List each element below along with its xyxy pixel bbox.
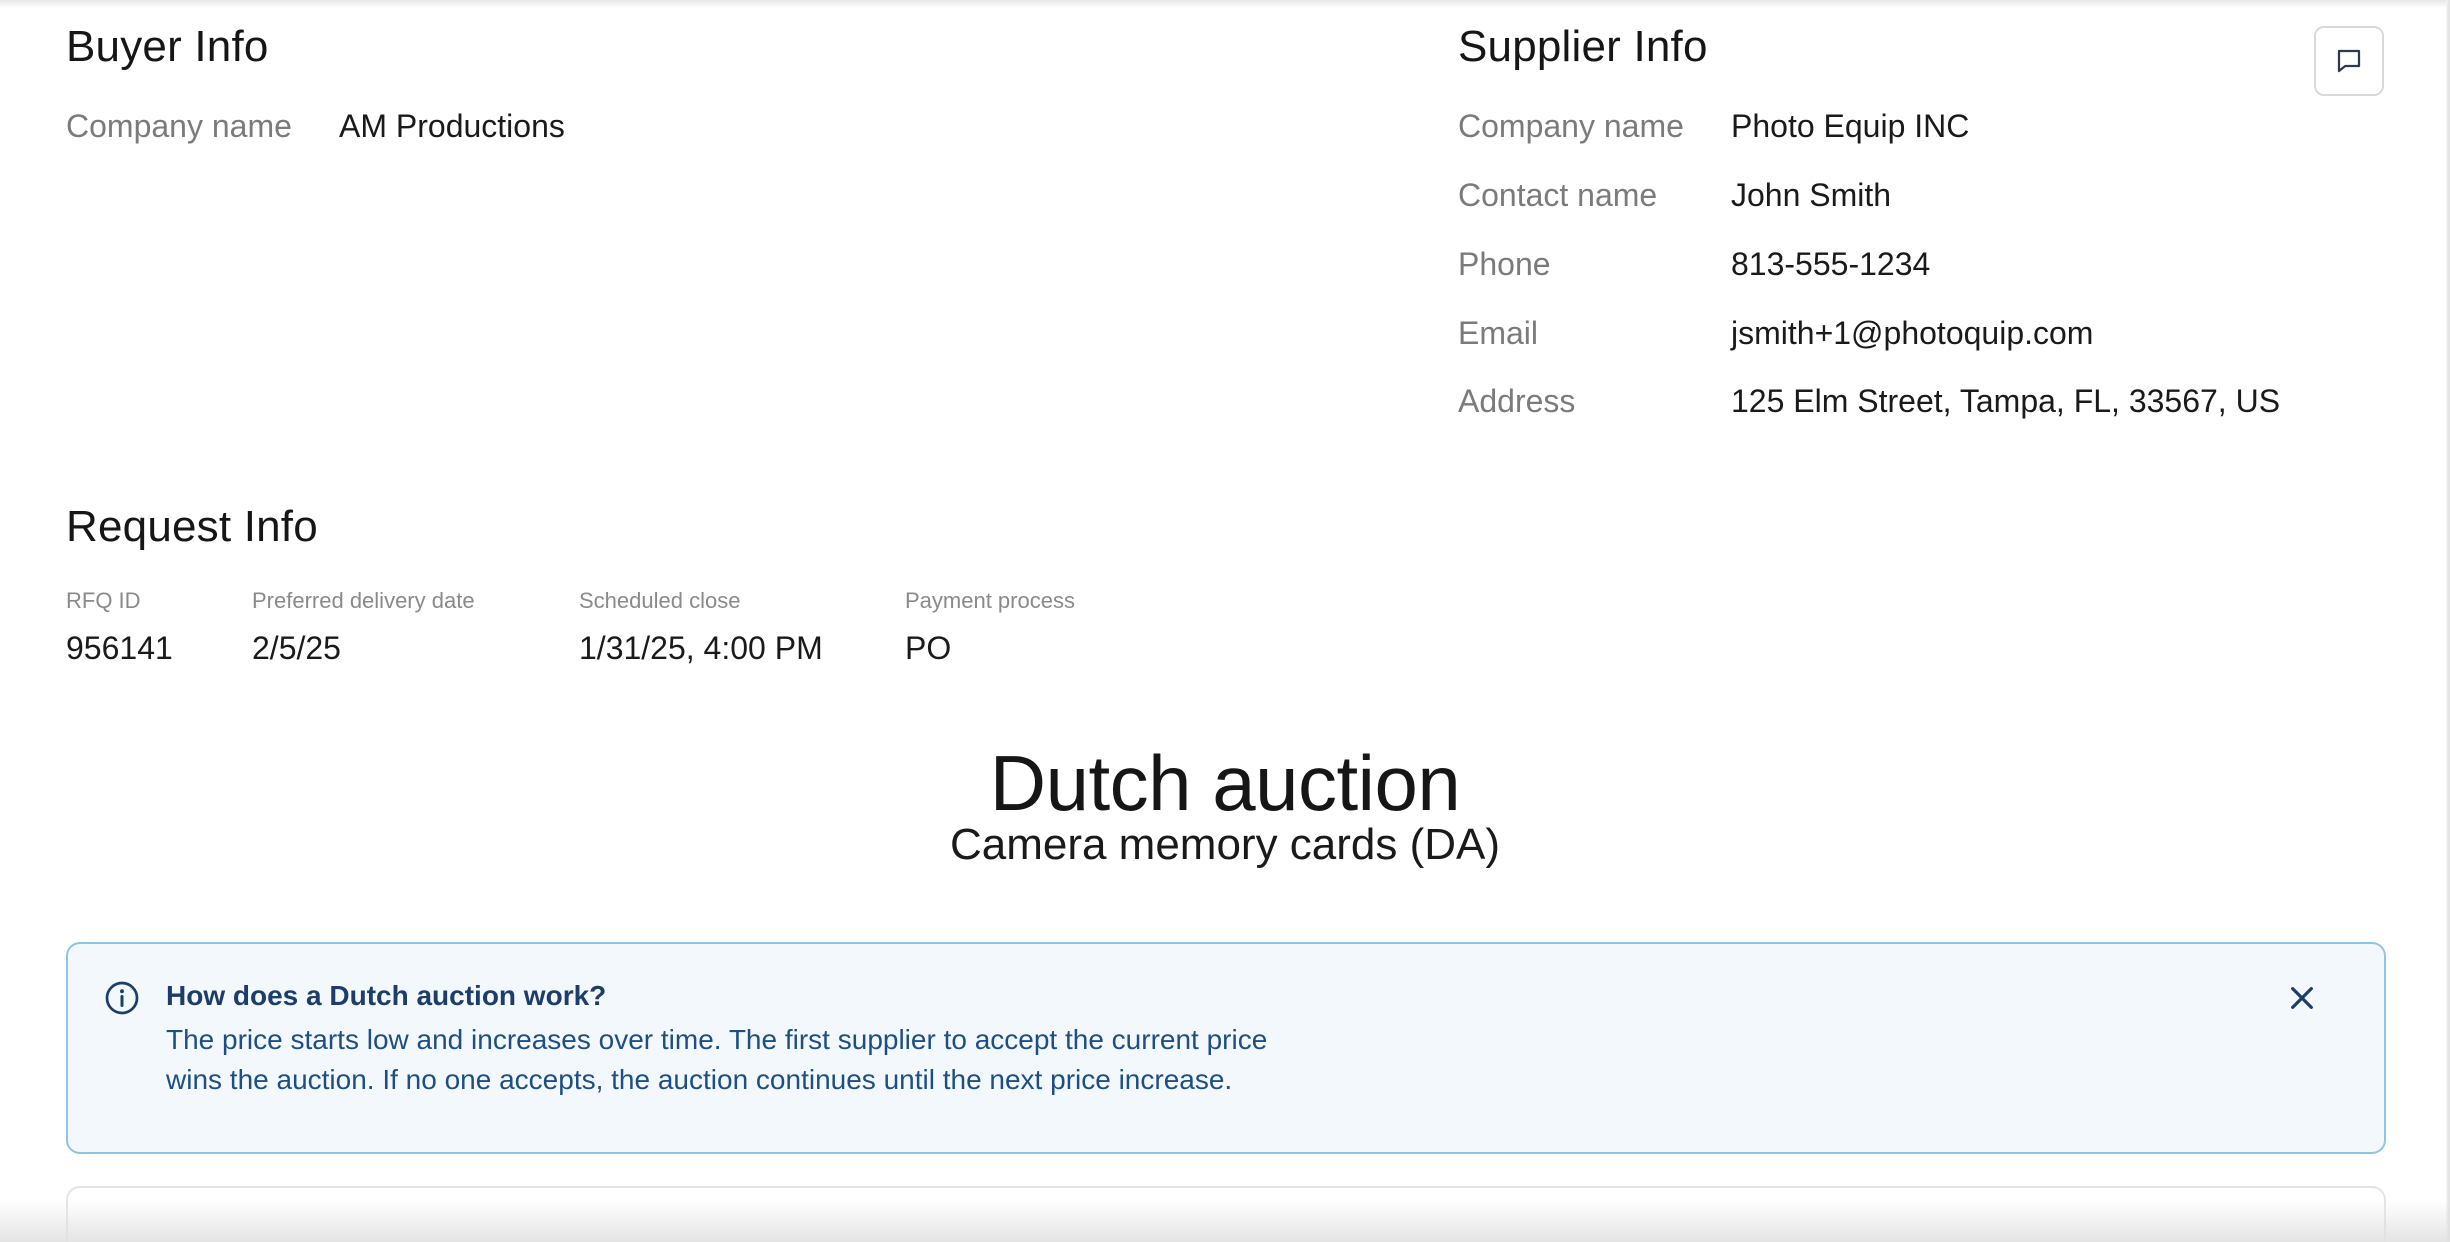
buyer-info-title: Buyer Info <box>66 22 269 71</box>
auction-subtitle: Camera memory cards (DA) <box>949 820 1501 869</box>
supplier-email-label: Email <box>1458 315 1539 351</box>
scrollbar-edge <box>2446 0 2450 1242</box>
payment-process-label: Payment process <box>905 588 1075 613</box>
info-icon <box>105 981 139 1015</box>
auction-title: Dutch auction <box>989 739 1461 827</box>
top-shadow <box>0 0 2450 8</box>
supplier-address-value: 125 Elm Street, Tampa, FL, 33567, US <box>1731 383 2281 419</box>
supplier-company-label: Company name <box>1458 108 1684 144</box>
buyer-company-label: Company name <box>66 108 292 144</box>
supplier-phone-value: 813-555-1234 <box>1731 246 1931 282</box>
rfq-detail-page: Buyer Info Company name AM Productions S… <box>0 0 2450 1242</box>
supplier-address-label: Address <box>1458 383 1576 419</box>
info-banner-body: The price starts low and increases over … <box>166 1020 1466 1100</box>
supplier-info-title: Supplier Info <box>1458 22 1708 71</box>
rfq-id-value: 956141 <box>66 630 173 666</box>
supplier-email-value: jsmith+1@photoquip.com <box>1731 315 2094 351</box>
scheduled-close-label: Scheduled close <box>579 588 741 613</box>
scheduled-close-value: 1/31/25, 4:00 PM <box>579 630 823 666</box>
payment-process-value: PO <box>905 630 952 666</box>
delivery-date-value: 2/5/25 <box>252 630 341 666</box>
delivery-date-label: Preferred delivery date <box>252 588 475 613</box>
bottom-fade <box>0 1200 2450 1242</box>
rfq-id-label: RFQ ID <box>66 588 141 613</box>
close-icon[interactable] <box>2286 982 2318 1014</box>
info-banner-line-1: The price starts low and increases over … <box>166 1024 1268 1055</box>
comment-icon <box>2337 49 2361 73</box>
request-info-title: Request Info <box>66 502 318 551</box>
supplier-contact-label: Contact name <box>1458 177 1658 213</box>
buyer-company-value: AM Productions <box>339 108 565 144</box>
info-banner-title: How does a Dutch auction work? <box>166 980 607 1011</box>
supplier-company-value: Photo Equip INC <box>1731 108 1970 144</box>
supplier-phone-label: Phone <box>1458 246 1551 282</box>
dutch-auction-info-banner: How does a Dutch auction work? The price… <box>66 942 2386 1154</box>
info-banner-line-2: wins the auction. If no one accepts, the… <box>166 1064 1233 1095</box>
supplier-contact-value: John Smith <box>1731 177 1892 213</box>
comment-button[interactable] <box>2314 26 2384 96</box>
